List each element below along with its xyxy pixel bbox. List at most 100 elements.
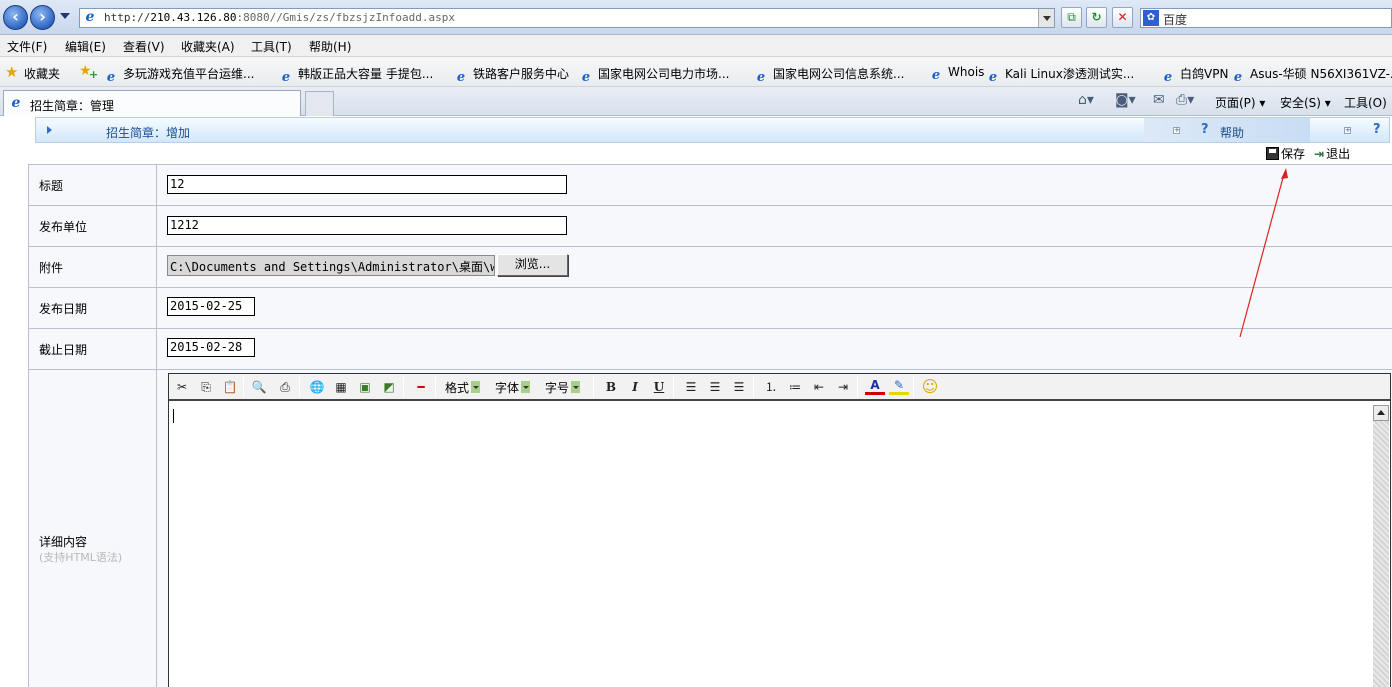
toolbar-separator — [435, 377, 436, 397]
page-content: 招生简章：增加 + ? 帮助 + ? 保存 ⇥ 退出 标题 12 发布单位 121… — [0, 116, 1392, 687]
favorite-link-label: Whois — [948, 65, 985, 79]
forward-button[interactable]: › — [30, 5, 55, 30]
find-icon[interactable]: 🔍 — [249, 378, 269, 396]
indent-icon[interactable]: ⇥ — [833, 378, 853, 396]
home-icon[interactable]: ⌂▾ — [1078, 92, 1094, 108]
toolbar-separator — [299, 377, 300, 397]
form-table: 标题 12 发布单位 1212 附件 C:\Documents and Sett… — [28, 164, 1392, 687]
cut-icon[interactable]: ✂ — [172, 378, 192, 396]
ie-page-icon: e — [106, 70, 116, 85]
favorite-link-label: 韩版正品大容量 手提包... — [298, 67, 434, 81]
address-input[interactable]: e http://210.43.126.80:8080//Gmis/zs/fbz… — [79, 8, 1055, 28]
stop-icon[interactable]: ✕ — [1112, 7, 1133, 28]
favorite-link[interactable]: e 韩版正品大容量 手提包... — [278, 65, 433, 86]
table-icon[interactable]: ▦ — [331, 378, 351, 396]
enddate-input[interactable]: 2015-02-28 — [167, 338, 255, 357]
print-icon[interactable]: ⎙ — [275, 378, 295, 396]
menu-tools[interactable]: 工具(T) — [251, 38, 292, 55]
highlight-color-icon[interactable]: ✎ — [889, 378, 909, 395]
safety-menu[interactable]: 安全(S) ▾ — [1280, 94, 1331, 111]
pubdate-input[interactable]: 2015-02-25 — [167, 297, 255, 316]
favorites-star-icon[interactable]: ★ — [5, 65, 18, 80]
unit-input[interactable]: 1212 — [167, 216, 567, 235]
tab-active[interactable]: e 招生简章：管理 — [3, 90, 301, 116]
favorite-link[interactable]: e Kali Linux渗透测试实... — [985, 65, 1134, 86]
editor-toolbar: ✂ ⎘ 📋 🔍 ⎙ 🌐 ▦ ▣ ◩ ━ 格式 字体 字号 B I U ☰ ☰ ☰… — [169, 374, 1390, 401]
search-input[interactable]: ✿ 百度 — [1140, 8, 1392, 28]
favorite-link[interactable]: e 国家电网公司信息系统... — [753, 65, 905, 86]
exit-button[interactable]: ⇥ 退出 — [1314, 145, 1350, 162]
search-placeholder: 百度 — [1163, 13, 1188, 27]
menu-help[interactable]: 帮助(H) — [309, 38, 351, 55]
feeds-icon[interactable]: ◙▾ — [1115, 92, 1136, 108]
add-favorite-icon[interactable]: ★ — [79, 63, 98, 81]
font-size-dropdown[interactable]: 字号 — [545, 379, 581, 395]
chevron-down-icon — [471, 381, 481, 393]
outdent-icon[interactable]: ⇤ — [809, 378, 829, 396]
tab-title: 招生简章：管理 — [30, 99, 115, 113]
page-menu[interactable]: 页面(P) ▾ — [1215, 94, 1265, 111]
insert-image-icon[interactable]: ◩ — [379, 378, 399, 396]
ordered-list-icon[interactable]: ⒈ — [761, 378, 781, 396]
compatibility-view-icon[interactable]: ⧉ — [1061, 7, 1082, 28]
menu-file[interactable]: 文件(F) — [7, 38, 47, 55]
italic-icon[interactable]: I — [625, 378, 645, 396]
favorite-link[interactable]: e 铁路客户服务中心 — [453, 65, 569, 86]
hyperlink-icon[interactable]: 🌐 — [307, 378, 327, 396]
emoticon-icon[interactable]: ☺ — [920, 378, 940, 396]
tools-menu[interactable]: 工具(O) — [1344, 94, 1387, 111]
recent-pages-dropdown-icon[interactable] — [60, 13, 70, 19]
favorite-link-label: 国家电网公司信息系统... — [773, 67, 905, 81]
format-dropdown[interactable]: 格式 — [445, 379, 481, 395]
help-link[interactable]: 帮助 — [1220, 124, 1244, 141]
favorite-link[interactable]: e 多玩游戏充值平台运维... — [103, 65, 255, 86]
favorites-bar: ★ 收藏夹 ★ e 多玩游戏充值平台运维... e 韩版正品大容量 手提包... e… — [0, 57, 1392, 87]
font-color-icon[interactable]: A — [865, 378, 885, 395]
print-icon[interactable]: ⎙▾ — [1176, 92, 1194, 108]
help-icon[interactable]: ? — [1201, 122, 1209, 137]
attachment-file-input[interactable]: C:\Documents and Settings\Administrator\… — [167, 255, 495, 276]
favorite-link[interactable]: e 国家电网公司电力市场... — [578, 65, 730, 86]
ie-page-icon: e — [581, 70, 591, 85]
save-button[interactable]: 保存 — [1266, 145, 1305, 162]
editor-content-area[interactable] — [171, 405, 1371, 687]
ie-page-icon: e — [281, 70, 291, 85]
expand-icon[interactable]: + — [1173, 127, 1180, 134]
bullet-list-icon[interactable]: ≔ — [785, 378, 805, 396]
favorites-button[interactable]: 收藏夹 — [24, 65, 60, 82]
chevron-down-icon — [521, 381, 531, 393]
favorite-link[interactable]: e Asus-华硕 N56XI361VZ-... — [1230, 65, 1392, 86]
copy-icon[interactable]: ⎘ — [196, 378, 216, 396]
back-button[interactable]: ‹ — [3, 5, 28, 30]
align-center-icon[interactable]: ☰ — [705, 378, 725, 396]
mail-icon[interactable]: ✉ — [1153, 92, 1165, 108]
bold-icon[interactable]: B — [601, 378, 621, 396]
address-text[interactable]: http://210.43.126.80:8080//Gmis/zs/fbzsj… — [104, 11, 455, 24]
underline-icon[interactable]: U — [649, 378, 669, 396]
browse-button[interactable]: 浏览... — [497, 254, 568, 276]
menu-favorites[interactable]: 收藏夹(A) — [181, 38, 235, 55]
title-input[interactable]: 12 — [167, 175, 567, 194]
menu-edit[interactable]: 编辑(E) — [65, 38, 106, 55]
menu-view[interactable]: 查看(V) — [123, 38, 165, 55]
align-left-icon[interactable]: ☰ — [681, 378, 701, 396]
favorite-link[interactable]: e 白鸽VPN — [1160, 65, 1229, 86]
font-dropdown[interactable]: 字体 — [495, 379, 531, 395]
scroll-up-icon[interactable] — [1373, 405, 1389, 421]
unit-label: 发布单位 — [39, 220, 88, 234]
toolbar-separator — [913, 377, 914, 397]
favorite-link[interactable]: e Whois — [928, 65, 985, 84]
refresh-icon[interactable]: ↻ — [1086, 7, 1107, 28]
new-tab-button[interactable] — [305, 91, 334, 116]
paste-icon[interactable]: 📋 — [220, 378, 240, 396]
content-hint: (支持HTML语法) — [39, 551, 123, 564]
image-icon[interactable]: ▣ — [355, 378, 375, 396]
editor-scrollbar[interactable] — [1373, 405, 1389, 687]
form-label-cell: 附件 — [29, 247, 157, 287]
horizontal-rule-icon[interactable]: ━ — [411, 378, 431, 396]
address-dropdown-icon[interactable] — [1038, 9, 1054, 27]
align-right-icon[interactable]: ☰ — [729, 378, 749, 396]
help-icon[interactable]: ? — [1373, 122, 1381, 137]
expand-icon[interactable]: + — [1344, 127, 1351, 134]
html-editor: ✂ ⎘ 📋 🔍 ⎙ 🌐 ▦ ▣ ◩ ━ 格式 字体 字号 B I U ☰ ☰ ☰… — [168, 373, 1391, 687]
